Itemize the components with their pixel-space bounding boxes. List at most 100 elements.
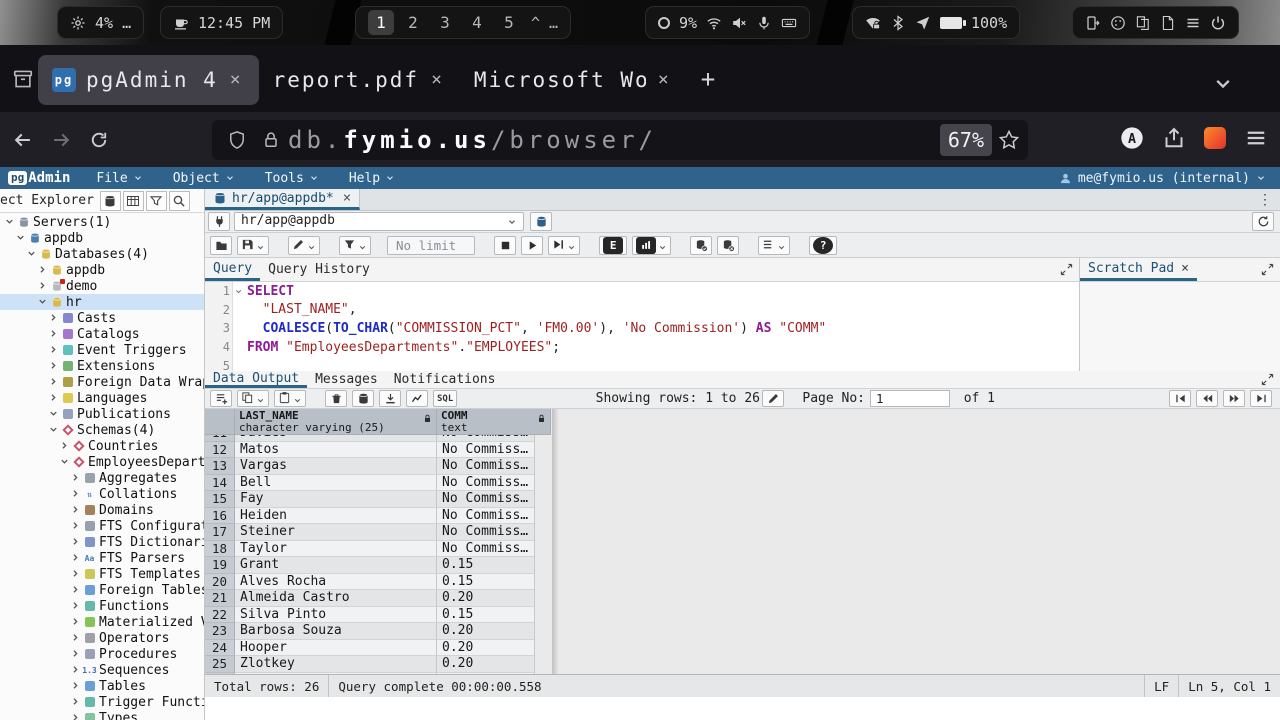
download-button[interactable] xyxy=(379,390,401,407)
list-all-tabs-icon[interactable] xyxy=(1214,75,1232,93)
explain-button[interactable]: E xyxy=(599,236,627,255)
chevron-right-icon[interactable] xyxy=(70,632,82,644)
chevron-right-icon[interactable] xyxy=(70,648,82,660)
url-bar[interactable]: db.fymio.us/browser/ 67% xyxy=(212,120,1028,160)
row-number-cell[interactable]: 25 xyxy=(205,656,235,673)
appearance-icon[interactable] xyxy=(1110,15,1126,31)
menu-help[interactable]: Help xyxy=(349,171,395,186)
row-number-cell[interactable]: 19 xyxy=(205,557,235,574)
power-icon[interactable] xyxy=(1210,15,1226,31)
menu-tools[interactable]: Tools xyxy=(265,171,319,186)
last-page-button[interactable] xyxy=(1250,390,1272,407)
tree-item-procedures[interactable]: Procedures xyxy=(0,646,204,662)
row-number-cell[interactable]: 21 xyxy=(205,590,235,607)
editor-line-4[interactable]: 4FROM "EmployeesDepartments"."EMPLOYEES"… xyxy=(233,338,1079,357)
editor-line-1[interactable]: 1SELECT xyxy=(233,282,1079,301)
lock-icon[interactable] xyxy=(261,130,281,150)
workspace-2[interactable]: 2 xyxy=(400,10,426,35)
new-connection-button[interactable] xyxy=(530,212,552,231)
fold-chevron-icon[interactable] xyxy=(234,287,243,296)
chevron-right-icon[interactable] xyxy=(37,280,49,292)
column-header-comm[interactable]: COMM text xyxy=(437,409,551,435)
table-row-16[interactable]: 16HeidenNo Commission xyxy=(205,508,1280,525)
row-number-cell[interactable]: 17 xyxy=(205,524,235,541)
tree-item-sequences[interactable]: 1.3Sequences xyxy=(0,662,204,678)
tree-item-foreign-data-wrappers[interactable]: Foreign Data Wrappers xyxy=(0,374,204,390)
page-number-input[interactable]: 1 xyxy=(870,390,950,407)
last-name-cell[interactable]: Almeida Castro xyxy=(235,590,437,607)
chevron-right-icon[interactable] xyxy=(70,472,82,484)
chevron-right-icon[interactable] xyxy=(70,520,82,532)
execute-options-button[interactable] xyxy=(548,236,580,255)
chevron-down-icon[interactable] xyxy=(37,296,49,308)
open-file-button[interactable] xyxy=(210,236,232,255)
expand-editor-icon[interactable] xyxy=(1060,263,1073,276)
connection-select[interactable]: hr/app@appdb xyxy=(234,212,524,231)
last-name-cell[interactable]: Alves Rocha xyxy=(235,574,437,591)
chevron-right-icon[interactable] xyxy=(70,696,82,708)
next-page-button[interactable] xyxy=(1223,390,1245,407)
table-row-25[interactable]: 25Zlotkey0.20 xyxy=(205,656,1280,673)
chevron-right-icon[interactable] xyxy=(70,504,82,516)
back-button[interactable] xyxy=(8,125,38,155)
chevron-right-icon[interactable] xyxy=(48,328,60,340)
tree-item-fts-parsers[interactable]: AaFTS Parsers xyxy=(0,550,204,566)
tree-item-databases-4-[interactable]: Databases(4) xyxy=(0,246,204,262)
tree-item-hr[interactable]: hr xyxy=(0,294,204,310)
workspace-5[interactable]: 5 xyxy=(496,10,522,35)
workspace-3[interactable]: 3 xyxy=(432,10,458,35)
tree-item-demo[interactable]: demo xyxy=(0,278,204,294)
row-limit-select[interactable]: No limit xyxy=(387,236,475,255)
add-row-button[interactable] xyxy=(210,390,232,407)
tab-data-output[interactable]: Data Output xyxy=(205,371,307,388)
last-name-cell[interactable]: Fay xyxy=(235,491,437,508)
comm-cell[interactable]: No Commission xyxy=(437,541,535,558)
comm-cell[interactable]: No Commission xyxy=(437,442,535,459)
tab-messages[interactable]: Messages xyxy=(307,371,386,388)
tree-item-types[interactable]: Types xyxy=(0,710,204,720)
tree-item-fts-configurations[interactable]: FTS Configurations xyxy=(0,518,204,534)
editor-line-2[interactable]: 2 "LAST_NAME", xyxy=(233,301,1079,320)
chevron-right-icon[interactable] xyxy=(70,488,82,500)
chevron-right-icon[interactable] xyxy=(48,344,60,356)
chevron-down-icon[interactable] xyxy=(59,456,71,468)
first-page-button[interactable] xyxy=(1169,390,1191,407)
row-number-cell[interactable]: 16 xyxy=(205,508,235,525)
chevron-right-icon[interactable] xyxy=(48,392,60,404)
forward-button[interactable] xyxy=(46,125,76,155)
delete-row-button[interactable] xyxy=(325,390,347,407)
filter-tool-button[interactable] xyxy=(146,191,167,211)
tree-item-catalogs[interactable]: Catalogs xyxy=(0,326,204,342)
tree-item-employeesdepartments[interactable]: EmployeesDepartments xyxy=(0,454,204,470)
chevron-down-icon[interactable] xyxy=(48,408,60,420)
wifi-icon[interactable] xyxy=(706,15,722,31)
user-menu[interactable]: me@fymio.us (internal) xyxy=(1059,171,1266,186)
comm-cell[interactable]: No Commission xyxy=(437,475,535,492)
rollback-button[interactable] xyxy=(717,236,739,255)
comm-cell[interactable]: 0.15 xyxy=(437,557,535,574)
browser-tab-1[interactable]: pgpgAdmin 4× xyxy=(38,55,259,105)
last-name-cell[interactable]: Grant xyxy=(235,557,437,574)
table-row-18[interactable]: 18TaylorNo Commission xyxy=(205,541,1280,558)
tree-item-appdb[interactable]: appdb xyxy=(0,230,204,246)
execute-button[interactable] xyxy=(521,236,543,255)
last-name-cell[interactable]: Zlotkey xyxy=(235,656,437,673)
chevron-right-icon[interactable] xyxy=(70,536,82,548)
editor-line-5[interactable]: 5 xyxy=(233,356,1079,371)
tree-item-trigger-functions[interactable]: Trigger Functions xyxy=(0,694,204,710)
tree-item-languages[interactable]: Languages xyxy=(0,390,204,406)
row-number-cell[interactable]: 15 xyxy=(205,491,235,508)
commit-button[interactable] xyxy=(690,236,712,255)
comm-cell[interactable]: No Commission xyxy=(437,458,535,475)
tree-item-tables[interactable]: Tables xyxy=(0,678,204,694)
table-row-19[interactable]: 19Grant0.15 xyxy=(205,557,1280,574)
close-tab-icon[interactable]: × xyxy=(656,69,673,90)
tree-item-fts-templates[interactable]: FTS Templates xyxy=(0,566,204,582)
chevron-right-icon[interactable] xyxy=(70,584,82,596)
tree-item-domains[interactable]: Domains xyxy=(0,502,204,518)
last-name-cell[interactable]: Matos xyxy=(235,442,437,459)
chevron-down-icon[interactable] xyxy=(26,248,38,260)
chevron-right-icon[interactable] xyxy=(70,600,82,612)
firefox-view-icon[interactable] xyxy=(10,66,36,92)
explain-analyze-button[interactable] xyxy=(632,236,671,255)
